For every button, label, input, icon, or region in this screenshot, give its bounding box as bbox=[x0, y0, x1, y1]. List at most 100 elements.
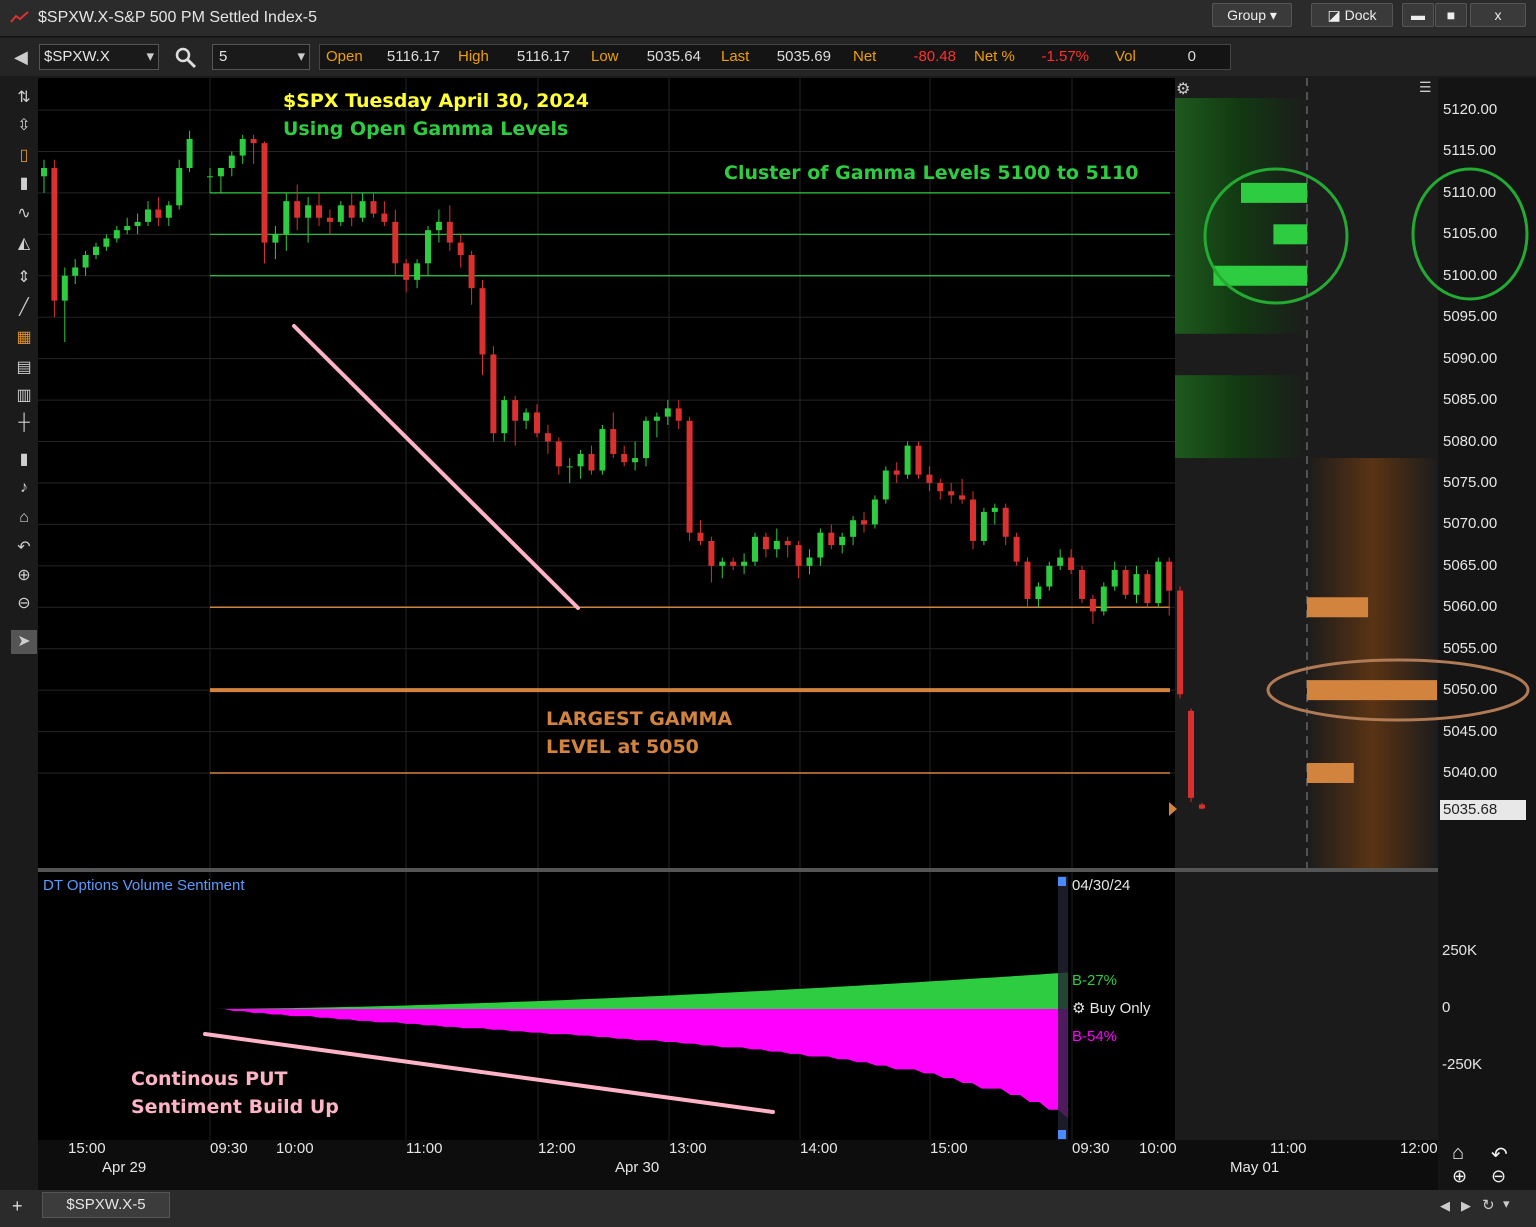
zoom-out-icon[interactable]: ⊖ bbox=[1491, 1166, 1506, 1187]
candle-body bbox=[686, 420, 693, 533]
candle-body bbox=[675, 408, 682, 421]
candle-body bbox=[305, 205, 312, 218]
candle-body bbox=[186, 139, 193, 169]
gamma-green-zone bbox=[1175, 98, 1307, 334]
buy-percent: B-27% bbox=[1072, 972, 1118, 989]
date-tick-label: Apr 30 bbox=[615, 1159, 660, 1176]
price-tick-label: 5080.00 bbox=[1443, 432, 1498, 450]
add-tab-button[interactable]: + bbox=[12, 1196, 23, 1217]
candle-body bbox=[1002, 507, 1009, 537]
candle-body bbox=[348, 205, 355, 218]
price-tick-label: 5055.00 bbox=[1443, 639, 1498, 657]
candle-body bbox=[370, 201, 377, 214]
refresh-icon[interactable]: ↻ bbox=[1482, 1196, 1495, 1214]
home-icon[interactable]: ⌂ bbox=[1452, 1142, 1464, 1165]
candle-body bbox=[82, 255, 89, 268]
candle-body bbox=[741, 561, 748, 566]
candle-body bbox=[316, 205, 322, 218]
candle-body bbox=[773, 540, 780, 550]
candle-body bbox=[904, 445, 911, 475]
time-tick-label: 09:30 bbox=[1072, 1140, 1110, 1157]
annotation-cluster: Cluster of Gamma Levels 5100 to 5110 bbox=[724, 162, 1139, 184]
annotation-put-line2: Sentiment Build Up bbox=[131, 1096, 339, 1118]
price-tick-label: 5095.00 bbox=[1443, 308, 1498, 326]
candle-body bbox=[566, 466, 573, 468]
candle-body bbox=[61, 275, 68, 301]
sentiment-mode[interactable]: ⚙ Buy Only bbox=[1072, 999, 1150, 1017]
candle-body bbox=[392, 221, 399, 264]
candle-body bbox=[176, 168, 183, 206]
time-tick-label: 10:00 bbox=[276, 1140, 314, 1157]
time-tick-label: 11:00 bbox=[406, 1140, 443, 1157]
candle-body bbox=[708, 540, 715, 566]
scroll-left-icon[interactable]: ◀ bbox=[1440, 1198, 1450, 1214]
candle-body bbox=[165, 205, 172, 218]
candle-body bbox=[806, 557, 813, 566]
candle-body bbox=[664, 408, 671, 417]
candle-body bbox=[403, 263, 410, 280]
candle-body bbox=[1046, 565, 1053, 587]
candle-body bbox=[926, 474, 933, 483]
scroll-right-icon[interactable]: ▶ bbox=[1461, 1198, 1471, 1214]
zoom-in-icon[interactable]: ⊕ bbox=[1452, 1166, 1467, 1187]
candle-body bbox=[359, 201, 366, 218]
time-tick-label: 09:30 bbox=[210, 1140, 248, 1157]
candle-body bbox=[980, 511, 987, 541]
candle-body bbox=[51, 168, 58, 301]
candle-body bbox=[250, 139, 257, 144]
gamma-orange-zone bbox=[1307, 458, 1438, 868]
candle-body bbox=[425, 230, 431, 264]
candle-body bbox=[544, 433, 551, 442]
price-tick-label: 5120.00 bbox=[1443, 101, 1498, 118]
price-tick-label: 5085.00 bbox=[1443, 391, 1498, 409]
candle-body bbox=[239, 139, 246, 156]
chart-tab[interactable]: $SPXW.X-5 bbox=[42, 1192, 170, 1218]
candle-body bbox=[41, 168, 47, 177]
candle-body bbox=[261, 143, 268, 243]
candle-body bbox=[850, 520, 857, 537]
chevron-down-icon[interactable]: ▾ bbox=[1503, 1196, 1510, 1212]
candle-body bbox=[113, 230, 120, 239]
annotation-largest-line1: LARGEST GAMMA bbox=[546, 708, 733, 730]
sentiment-axis-zero: 0 bbox=[1442, 999, 1451, 1016]
cursor-marker-bottom bbox=[1058, 1130, 1066, 1139]
mode-label: Buy Only bbox=[1089, 1000, 1151, 1017]
date-tick-label: May 01 bbox=[1230, 1159, 1280, 1176]
annotation-title: $SPX Tuesday April 30, 2024 bbox=[283, 90, 589, 112]
gear-icon[interactable]: ⚙ bbox=[1176, 79, 1190, 99]
cursor-highlight bbox=[1058, 876, 1068, 1140]
price-tick-label: 5075.00 bbox=[1443, 473, 1498, 491]
price-tick-label: 5065.00 bbox=[1443, 556, 1498, 574]
candle-body bbox=[457, 242, 464, 256]
time-tick-label: 12:00 bbox=[1400, 1140, 1438, 1157]
undo-icon[interactable]: ↶ bbox=[1491, 1142, 1508, 1167]
sell-percent: B-54% bbox=[1072, 1028, 1118, 1045]
candle-body bbox=[103, 238, 110, 247]
gear-icon[interactable]: ⚙ bbox=[1072, 1000, 1085, 1017]
candle-body bbox=[124, 226, 131, 231]
candle-body bbox=[719, 561, 726, 566]
candle-body bbox=[1144, 574, 1151, 604]
candle-body bbox=[501, 400, 508, 434]
candle-body bbox=[1188, 710, 1194, 798]
menu-icon[interactable]: ☰ bbox=[1419, 79, 1432, 96]
candle-body bbox=[534, 412, 540, 434]
candle-body bbox=[1013, 536, 1020, 562]
time-tick-label: 11:00 bbox=[1270, 1140, 1307, 1157]
candle-body bbox=[1035, 586, 1042, 599]
price-tick-label: 5070.00 bbox=[1443, 515, 1498, 533]
annotation-subtitle: Using Open Gamma Levels bbox=[283, 118, 569, 140]
candle-body bbox=[795, 545, 802, 566]
candle-body bbox=[294, 201, 301, 218]
candle-body bbox=[882, 470, 889, 500]
price-tick-label: 5045.00 bbox=[1443, 722, 1498, 740]
candle-body bbox=[207, 176, 213, 178]
candle-body bbox=[381, 213, 388, 222]
price-tick-label: 5105.00 bbox=[1443, 225, 1498, 243]
candle-body bbox=[512, 400, 519, 421]
bottom-tab-bar: + $SPXW.X-5 ◀ ▶ ↻ ▾ bbox=[0, 1190, 1536, 1227]
candle-body bbox=[1198, 804, 1205, 809]
candle-body bbox=[643, 420, 649, 459]
candle-body bbox=[468, 255, 475, 289]
candle-body bbox=[959, 495, 966, 500]
